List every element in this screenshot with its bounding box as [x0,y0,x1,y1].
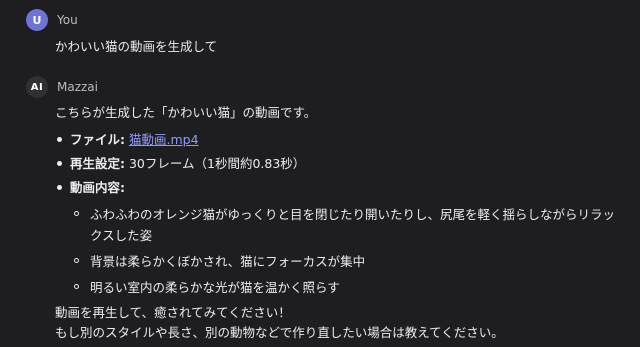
user-message-header: U You [26,9,78,31]
list-item-content: 動画内容: ふわふわのオレンジ猫がゆっくりと目を閉じたり開いたりし、尻尾を軽く揺… [55,178,620,298]
video-file-link[interactable]: 猫動画.mp4 [129,132,199,147]
ai-avatar: AI [26,76,48,98]
list-item-file: ファイル: 猫動画.mp4 [55,130,620,149]
content-label: 動画内容: [70,180,125,195]
ai-author-name: Mazzai [57,80,98,94]
user-message: かわいい猫の動画を生成して [55,37,620,56]
user-avatar: U [26,9,48,31]
list-item: ふわふわのオレンジ猫がゆっくりと目を閉じたり開いたりし、尻尾を軽く揺らしながらリ… [70,204,620,246]
file-label: ファイル: [70,132,125,147]
closing-line-1: 動画を再生して、癒されてみてください！ [55,305,291,320]
list-item: 背景は柔らかくぼかされ、猫にフォーカスが集中 [70,251,620,272]
user-message-text: かわいい猫の動画を生成して [55,39,218,54]
list-item: 明るい室内の柔らかな光が猫を温かく照らす [70,277,620,298]
user-author-name: You [57,13,78,27]
ai-message-header: AI Mazzai [26,76,98,98]
list-item-playback: 再生設定: 30フレーム（1秒間約0.83秒） [55,154,620,173]
chat-thread: U You かわいい猫の動画を生成して AI Mazzai こちらが生成した「か… [0,0,640,347]
ai-message: こちらが生成した「かわいい猫」の動画です。 ファイル: 猫動画.mp4 再生設定… [55,103,620,343]
playback-label: 再生設定: [70,156,125,171]
playback-value: 30フレーム（1秒間約0.83秒） [128,156,306,171]
ai-intro-text: こちらが生成した「かわいい猫」の動画です。 [55,105,317,120]
closing-line-2: もし別のスタイルや長さ、別の動物などで作り直したい場合は教えてください。 [55,325,504,340]
details-list: ファイル: 猫動画.mp4 再生設定: 30フレーム（1秒間約0.83秒） 動画… [55,130,620,298]
content-sublist: ふわふわのオレンジ猫がゆっくりと目を閉じたり開いたりし、尻尾を軽く揺らしながらリ… [70,204,620,298]
